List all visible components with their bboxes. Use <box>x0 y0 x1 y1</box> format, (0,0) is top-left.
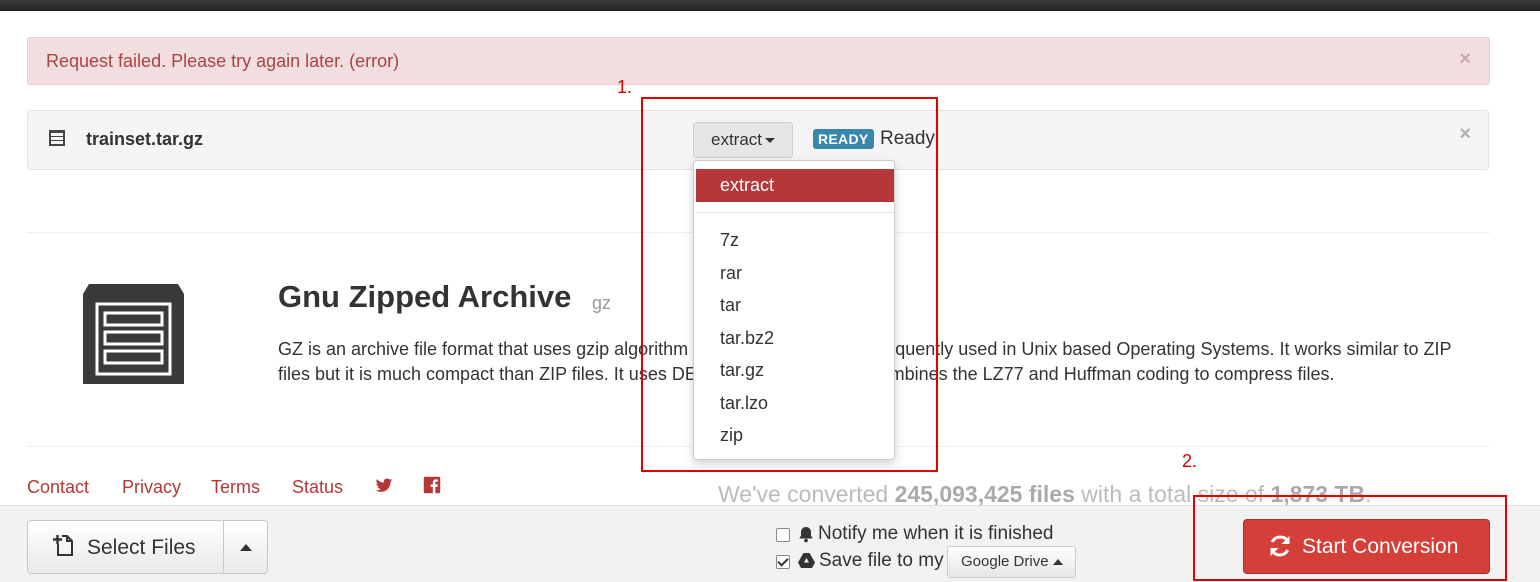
select-files-dropdown-toggle[interactable] <box>223 520 268 574</box>
start-conversion-label: Start Conversion <box>1302 535 1459 558</box>
stats-size: 1,873 TB <box>1270 481 1366 507</box>
chevron-up-icon <box>240 544 252 551</box>
chevron-up-icon <box>1052 559 1063 566</box>
dropdown-item-rar[interactable]: rar <box>720 263 742 284</box>
dropdown-divider <box>696 212 894 213</box>
browser-top-bar <box>0 0 1540 11</box>
footer-link-contact[interactable]: Contact <box>27 477 89 498</box>
archive-cabinet-icon <box>83 284 184 384</box>
error-alert: Request failed. Please try again later. … <box>27 37 1490 85</box>
save-checkbox[interactable] <box>776 555 790 569</box>
bell-icon <box>799 527 813 543</box>
stats-middle: with a total size of <box>1074 481 1271 507</box>
format-extension: gz <box>592 293 612 313</box>
annotation-label-1: 1. <box>617 77 633 97</box>
facebook-icon[interactable] <box>423 476 441 494</box>
google-drive-icon <box>798 553 815 568</box>
twitter-icon[interactable] <box>375 476 393 494</box>
notify-checkbox[interactable] <box>776 528 790 542</box>
dropdown-item-tar-bz2[interactable]: tar.bz2 <box>720 328 774 349</box>
annotation-label-2: 2. <box>1182 451 1198 471</box>
conversion-stats: We've converted 245,093,425 files with a… <box>718 481 1371 508</box>
stats-prefix: We've converted <box>718 481 895 507</box>
select-files-label: Select Files <box>87 536 196 559</box>
refresh-icon <box>1270 535 1290 557</box>
chevron-down-icon <box>765 138 776 144</box>
dropdown-item-zip[interactable]: zip <box>720 425 743 446</box>
notify-label: Notify me when it is finished <box>818 523 1054 544</box>
select-files-button[interactable]: Select Files <box>27 520 224 574</box>
status-badge: READY <box>813 129 874 149</box>
format-title: Gnu Zipped Archive <box>278 279 572 314</box>
alert-close-button[interactable]: × <box>1459 38 1471 80</box>
archive-small-icon <box>49 130 65 146</box>
remove-file-button[interactable]: × <box>1459 123 1471 146</box>
bottom-action-bar: Select Files Notify me when it is finish… <box>0 505 1540 582</box>
footer-link-terms[interactable]: Terms <box>211 477 260 498</box>
storage-select-button[interactable]: Google Drive <box>947 546 1076 578</box>
dropdown-item-extract[interactable]: extract <box>696 169 894 202</box>
alert-message: Request failed. Please try again later. … <box>46 51 400 71</box>
storage-option-label: Google Drive <box>961 553 1049 570</box>
footer-link-status[interactable]: Status <box>292 477 343 498</box>
format-selected-label: extract <box>710 130 763 149</box>
format-dropdown-button[interactable]: extract <box>693 122 793 158</box>
footer-link-privacy[interactable]: Privacy <box>122 477 181 498</box>
dropdown-item-tar-gz[interactable]: tar.gz <box>720 360 764 381</box>
format-dropdown-menu: extract 7z rar tar tar.bz2 tar.gz tar.lz… <box>693 160 895 460</box>
file-name: trainset.tar.gz <box>86 129 204 149</box>
file-add-icon <box>53 535 73 556</box>
stats-files: 245,093,425 files <box>894 481 1075 507</box>
status-text: Ready <box>880 128 935 149</box>
save-label: Save file to my <box>819 550 944 571</box>
dropdown-item-tar[interactable]: tar <box>720 295 741 316</box>
start-conversion-button[interactable]: Start Conversion <box>1243 519 1490 574</box>
stats-suffix: . <box>1365 481 1372 507</box>
dropdown-item-7z[interactable]: 7z <box>720 230 739 251</box>
dropdown-item-tar-lzo[interactable]: tar.lzo <box>720 393 768 414</box>
